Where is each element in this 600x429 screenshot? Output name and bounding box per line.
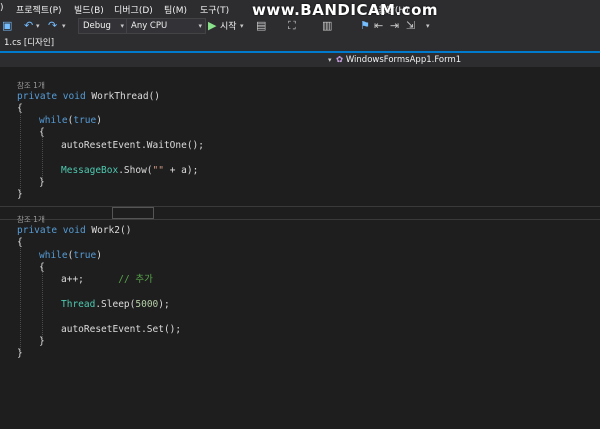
redo-dropdown-icon[interactable]: ▾	[62, 19, 66, 33]
code-line: autoResetEvent.WaitOne();	[61, 140, 204, 151]
code-line: a++; // 추가	[61, 274, 153, 285]
comment-icon[interactable]: ▥	[322, 19, 332, 33]
menu-team[interactable]: 팀(M)	[164, 3, 187, 16]
toolbox-icon[interactable]: ▤	[256, 19, 266, 33]
code-line: }	[17, 189, 23, 200]
code-line: {	[17, 237, 23, 248]
member-dropdown[interactable]: ✿ WindowsFormsApp1.Form1	[336, 54, 598, 66]
next-bookmark-icon[interactable]: ⇥	[390, 19, 399, 33]
code-line: while(true)	[39, 115, 102, 126]
indent-guide	[42, 133, 43, 182]
start-icon[interactable]: ▶	[208, 19, 216, 33]
code-line: while(true)	[39, 250, 102, 261]
indent-guide	[20, 243, 21, 353]
prev-bookmark-icon[interactable]: ⇤	[374, 19, 383, 33]
code-line: }	[17, 348, 23, 359]
member-dropdown-value: WindowsFormsApp1.Form1	[345, 55, 462, 65]
solution-config-value: Debug	[83, 21, 111, 31]
platform-value: Any CPU	[131, 21, 168, 31]
navigation-bar: ▾ ✿ WindowsFormsApp1.Form1	[0, 53, 600, 68]
document-tabstrip: 1.cs [디자인]	[0, 36, 600, 53]
bookmark-icon[interactable]: ⚑	[360, 19, 370, 33]
solution-config-select[interactable]: Debug ▾	[78, 18, 128, 34]
code-line: {	[39, 127, 45, 138]
chevron-down-icon[interactable]: ▾	[328, 54, 332, 66]
menu-tools[interactable]: 도구(T)	[200, 3, 229, 16]
tab-form1-designer[interactable]: 1.cs [디자인]	[0, 36, 59, 51]
selection-box	[112, 207, 154, 219]
toolbar: ▣ ↶ ▾ ↷ ▾ Debug ▾ Any CPU ▾ ▶ 시작 ▾ ▤ ⛶ ▥…	[0, 16, 600, 36]
start-button-label[interactable]: 시작	[220, 20, 237, 34]
code-line: autoResetEvent.Set();	[61, 324, 182, 335]
clear-bookmarks-icon[interactable]: ⇲	[406, 19, 415, 33]
platform-select[interactable]: Any CPU ▾	[126, 18, 206, 34]
start-dropdown-icon[interactable]: ▾	[240, 19, 244, 33]
menu-partial[interactable]: )	[0, 3, 4, 13]
chevron-down-icon: ▾	[120, 22, 124, 30]
code-line: private void WorkThread()	[17, 91, 161, 102]
chevron-down-icon: ▾	[198, 22, 202, 30]
code-editor[interactable]: 참조 1개 private void WorkThread() { while(…	[0, 67, 600, 429]
current-line-highlight	[0, 206, 600, 220]
code-line: Thread.Sleep(5000);	[61, 299, 170, 310]
indent-guide	[42, 267, 43, 341]
menu-build[interactable]: 빌드(B)	[74, 3, 104, 16]
code-line: }	[39, 177, 45, 188]
code-line: private void Work2()	[17, 225, 132, 236]
code-line: {	[39, 262, 45, 273]
indent-guide	[20, 109, 21, 194]
toolbar-overflow-icon[interactable]: ▾	[426, 19, 430, 33]
browser-link-icon[interactable]: ⛶	[288, 19, 296, 33]
class-icon: ✿	[336, 55, 344, 65]
code-line: MessageBox.Show("" + a);	[61, 165, 199, 176]
redo-icon[interactable]: ↷	[48, 19, 57, 33]
menu-project[interactable]: 프로젝트(P)	[16, 3, 62, 16]
undo-dropdown-icon[interactable]: ▾	[36, 19, 40, 33]
code-line: {	[17, 103, 23, 114]
undo-icon[interactable]: ↶	[24, 19, 33, 33]
menu-debug[interactable]: 디버그(D)	[114, 3, 153, 16]
code-line: }	[39, 336, 45, 347]
save-all-icon[interactable]: ▣	[2, 19, 12, 33]
